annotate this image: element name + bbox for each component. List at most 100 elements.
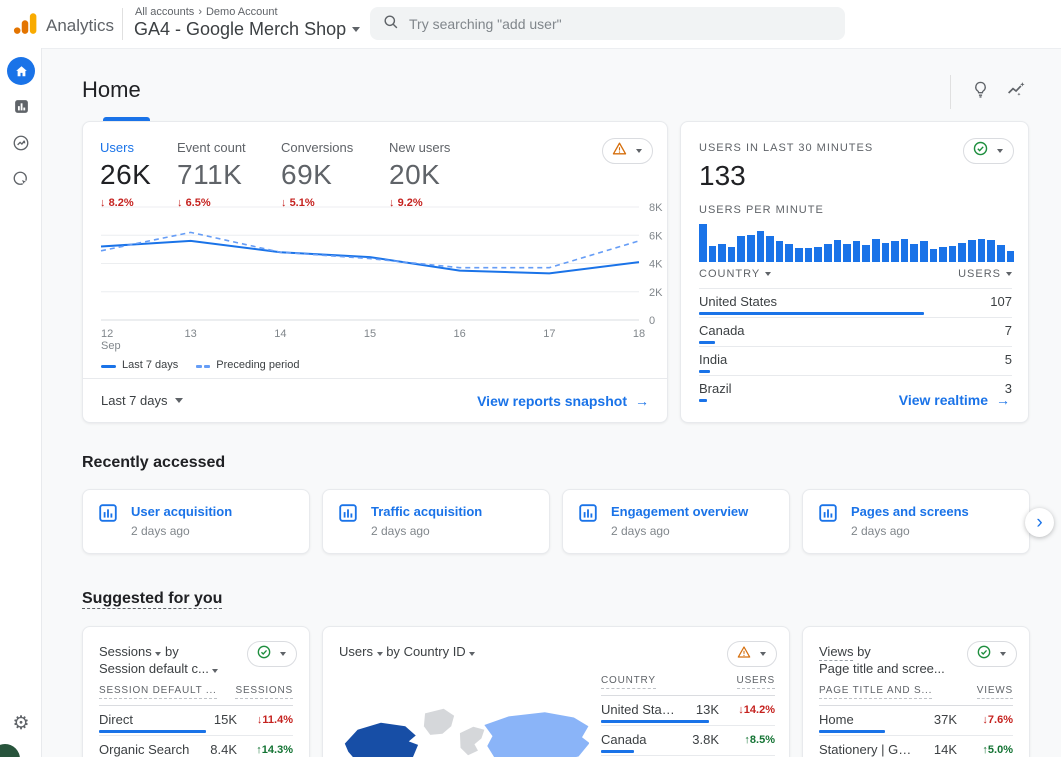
breadcrumb-demo-account[interactable]: Demo Account xyxy=(206,6,278,18)
property-switcher[interactable]: GA4 - Google Merch Shop xyxy=(134,19,360,40)
chevron-down-icon xyxy=(212,669,218,673)
dashed-line-swatch xyxy=(196,365,210,368)
suggested-card-users-by-country: Users by Country ID xyxy=(322,626,790,757)
minute-bar xyxy=(843,244,851,262)
metric-tab-new-users[interactable]: New users 20K ↓ 9.2% xyxy=(389,140,509,209)
minute-bar xyxy=(910,244,918,262)
minute-bar xyxy=(814,247,822,262)
view-realtime-link[interactable]: View realtime→ xyxy=(899,392,1010,408)
value-bar xyxy=(601,750,634,753)
column-header[interactable]: VIEWS xyxy=(977,685,1013,699)
column-header[interactable]: SESSION DEFAULT ... xyxy=(99,685,217,699)
nav-reports-button[interactable] xyxy=(0,98,42,120)
minute-bar xyxy=(1007,251,1015,262)
carousel-next-button[interactable]: › xyxy=(1025,508,1054,537)
metric-tab-users[interactable]: Users 26K ↓ 8.2% xyxy=(100,140,177,209)
view-reports-snapshot-link[interactable]: View reports snapshot→ xyxy=(477,393,649,409)
check-circle-icon xyxy=(256,644,272,665)
warning-triangle-icon xyxy=(611,140,628,162)
chevron-down-icon xyxy=(636,149,642,153)
chevron-down-icon xyxy=(997,149,1003,153)
column-header[interactable]: USERS xyxy=(737,675,775,689)
minute-bar xyxy=(766,236,774,262)
analytics-brand[interactable]: Analytics xyxy=(12,10,114,41)
column-header[interactable]: PAGE TITLE AND S... xyxy=(819,685,932,699)
value-bar xyxy=(699,341,715,344)
suggested-title: Suggested for you xyxy=(82,590,222,608)
minute-bar xyxy=(968,240,976,262)
property-name: GA4 - Google Merch Shop xyxy=(134,19,346,40)
search-bar[interactable] xyxy=(370,7,845,40)
table-row: United States107 xyxy=(699,288,1012,317)
minute-bar xyxy=(709,246,717,262)
left-nav-rail xyxy=(0,48,42,757)
minute-bar xyxy=(805,248,813,262)
data-quality-warning-button[interactable] xyxy=(602,138,653,164)
overview-card: Users 26K ↓ 8.2% Event count 711K ↓ 6.5%… xyxy=(82,121,668,423)
breadcrumb-chevron-icon: › xyxy=(198,6,202,18)
date-range-selector[interactable]: Last 7 days xyxy=(101,393,183,408)
svg-text:2K: 2K xyxy=(649,287,663,299)
minute-bar xyxy=(891,241,899,262)
minute-bar xyxy=(785,244,793,262)
realtime-country-table: COUNTRY USERS United States107 Canada7 I… xyxy=(699,268,1012,404)
minute-bar xyxy=(853,241,861,262)
header-divider xyxy=(122,8,123,40)
users-column-sort[interactable]: USERS xyxy=(958,268,1012,280)
minute-bar xyxy=(882,243,890,262)
chevron-down-icon xyxy=(469,652,475,656)
minute-bar xyxy=(757,231,765,262)
card-status-button[interactable] xyxy=(727,641,777,667)
users-per-minute-label: USERS PER MINUTE xyxy=(699,204,824,216)
svg-text:8K: 8K xyxy=(649,202,663,214)
solid-line-swatch xyxy=(101,365,116,368)
card-status-button[interactable] xyxy=(247,641,297,667)
recent-card-traffic-acquisition[interactable]: Traffic acquisition 2 days ago xyxy=(322,489,550,554)
table-row: India5 xyxy=(699,346,1012,375)
value-bar xyxy=(99,730,206,733)
breadcrumb-all-accounts[interactable]: All accounts xyxy=(135,6,194,18)
svg-text:12: 12 xyxy=(101,328,113,340)
minute-bar xyxy=(834,240,842,262)
suggested-card-sessions: Sessions by Session default c... SESSION… xyxy=(82,626,310,757)
metric-tab-event-count[interactable]: Event count 711K ↓ 6.5% xyxy=(177,140,281,209)
country-column-sort[interactable]: COUNTRY xyxy=(699,268,771,280)
minute-bar xyxy=(949,246,957,262)
users-last-30min-value: 133 xyxy=(699,160,746,192)
minute-bar xyxy=(699,224,707,262)
metric-tab-conversions[interactable]: Conversions 69K ↓ 5.1% xyxy=(281,140,389,209)
arrow-right-icon: → xyxy=(635,393,649,409)
ga4-home-page: Analytics All accounts › Demo Account GA… xyxy=(0,0,1061,757)
column-header[interactable]: SESSIONS xyxy=(235,685,293,699)
chevron-down-icon xyxy=(280,652,286,656)
insights-lightbulb-button[interactable] xyxy=(971,80,990,104)
minute-bar xyxy=(747,235,755,262)
minute-bar xyxy=(718,244,726,262)
minute-bar xyxy=(824,244,832,262)
recent-card-user-acquisition[interactable]: User acquisition 2 days ago xyxy=(82,489,310,554)
title-divider xyxy=(950,75,951,109)
recent-card-engagement-overview[interactable]: Engagement overview 2 days ago xyxy=(562,489,790,554)
minute-bar xyxy=(872,239,880,262)
breadcrumb[interactable]: All accounts › Demo Account xyxy=(135,6,278,18)
recently-accessed-title: Recently accessed xyxy=(82,454,225,472)
admin-settings-button[interactable]: ⚙ xyxy=(0,712,42,735)
map-greenland xyxy=(424,709,454,735)
minute-bar xyxy=(958,243,966,262)
realtime-status-button[interactable] xyxy=(963,138,1014,164)
recent-card-pages-and-screens[interactable]: Pages and screens 2 days ago xyxy=(802,489,1030,554)
card-title[interactable]: Users by Country ID xyxy=(339,643,773,660)
column-header[interactable]: COUNTRY xyxy=(601,675,656,689)
warning-triangle-icon xyxy=(736,644,752,665)
map-europe xyxy=(460,727,484,755)
chevron-down-icon xyxy=(377,652,383,656)
card-status-button[interactable] xyxy=(967,641,1017,667)
nav-advertising-button[interactable] xyxy=(0,170,42,193)
minute-bar xyxy=(920,241,928,262)
nav-explore-button[interactable] xyxy=(0,134,42,157)
minute-bar xyxy=(987,240,995,262)
svg-text:15: 15 xyxy=(364,328,376,340)
analytics-intelligence-button[interactable] xyxy=(1006,79,1027,105)
search-input[interactable] xyxy=(409,16,833,32)
nav-home-button[interactable] xyxy=(0,57,42,85)
